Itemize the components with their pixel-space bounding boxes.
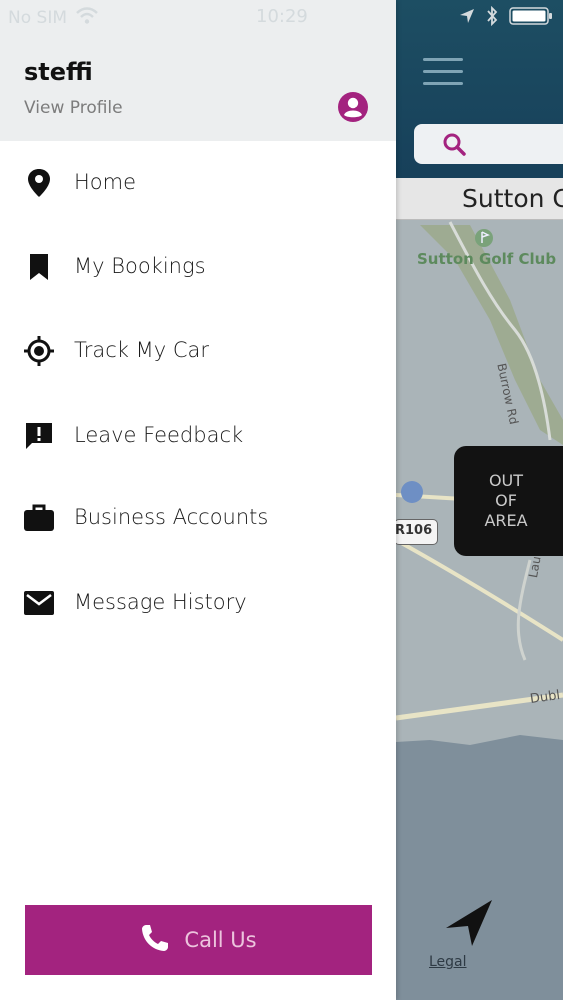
profile-avatar-icon[interactable] (337, 91, 369, 128)
wifi-icon (75, 6, 99, 30)
battery-icon (509, 6, 553, 31)
feedback-icon (22, 419, 56, 453)
menu-item-label: Message History (74, 590, 247, 614)
side-drawer: steffi View Profile Home My Bookings Tra… (0, 0, 396, 1000)
menu-item-business-accounts[interactable]: Business Accounts (0, 487, 396, 549)
location-arrow-icon (459, 8, 475, 29)
user-name: steffi (24, 58, 93, 86)
legal-link[interactable]: Legal (429, 954, 467, 970)
bookmark-icon (22, 250, 56, 284)
carrier-label: No SIM (8, 8, 67, 28)
menu-icon[interactable] (423, 58, 463, 86)
menu-item-label: Track My Car (74, 338, 210, 362)
search-bar[interactable] (414, 124, 563, 164)
gps-target-icon (22, 334, 56, 368)
status-time: 10:29 (256, 6, 308, 27)
navigation-arrow-icon[interactable] (444, 898, 494, 953)
bluetooth-icon (485, 5, 499, 31)
bus-stop-icon (401, 481, 423, 503)
out-of-area-text: OUT OF AREA (484, 471, 528, 530)
road-shield: R106 (394, 519, 439, 545)
location-pin-icon (22, 166, 56, 200)
menu-item-my-bookings[interactable]: My Bookings (0, 236, 396, 298)
envelope-icon (22, 586, 56, 620)
briefcase-icon (22, 501, 56, 535)
menu-item-message-history[interactable]: Message History (0, 572, 396, 634)
current-location-bar[interactable]: Sutton C (396, 178, 563, 220)
out-of-area-badge: OUT OF AREA (454, 446, 563, 556)
location-label: Sutton C (462, 184, 563, 213)
call-us-button[interactable]: Call Us (25, 905, 372, 975)
status-bar-left: No SIM (8, 5, 99, 31)
menu-item-leave-feedback[interactable]: Leave Feedback (0, 405, 396, 467)
call-us-label: Call Us (184, 928, 257, 952)
phone-icon (140, 923, 170, 958)
menu-item-track-my-car[interactable]: Track My Car (0, 320, 396, 382)
view-profile-link[interactable]: View Profile (24, 98, 123, 118)
map-label-golf: Sutton Golf Club (417, 250, 557, 268)
menu-item-label: Home (74, 170, 137, 194)
status-icons (459, 5, 553, 31)
menu-item-home[interactable]: Home (0, 152, 396, 214)
menu-item-label: Leave Feedback (74, 423, 244, 447)
menu-item-label: Business Accounts (74, 505, 269, 529)
search-icon (442, 132, 466, 161)
menu-item-label: My Bookings (74, 254, 206, 278)
